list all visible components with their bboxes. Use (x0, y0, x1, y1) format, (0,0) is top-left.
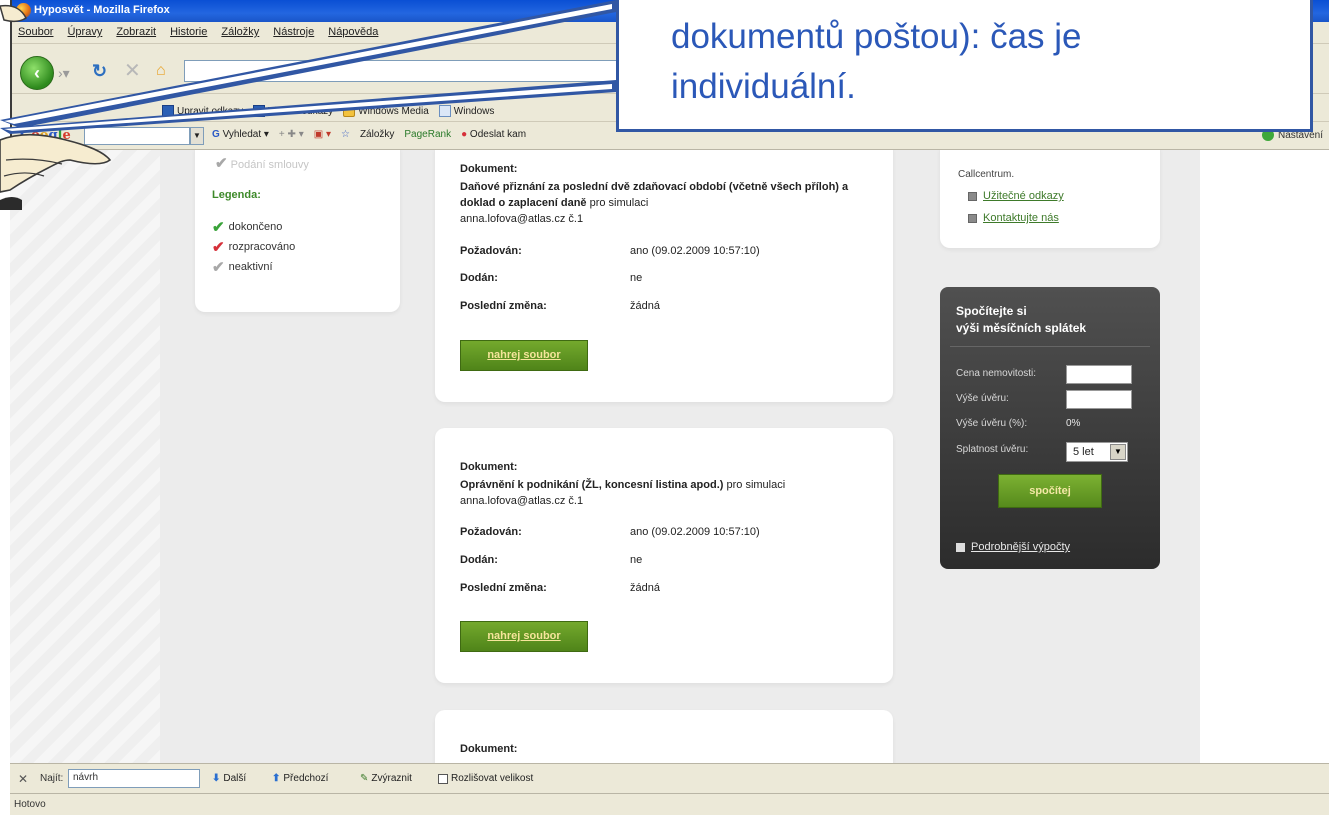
document-card: Dokument: (435, 710, 893, 763)
calendar-icon[interactable]: ▣ ▾ (314, 129, 331, 140)
close-icon[interactable]: ✕ (18, 772, 28, 786)
legend-item-inactive: ✔ neaktivní (212, 259, 273, 276)
find-previous-button[interactable]: ⬆ Předchozí (272, 773, 328, 784)
pagerank-label: PageRank (404, 129, 452, 140)
find-label: Najít: (40, 773, 64, 784)
forward-button[interactable]: ›▾ (58, 62, 80, 84)
checkbox-icon (438, 773, 448, 784)
callcentre-text: Callcentrum. (958, 169, 1015, 180)
page-icon (438, 105, 451, 117)
term-select[interactable]: 5 let ▼ (1066, 442, 1128, 462)
document-card: Dokument: Daňové přiznání za poslední dv… (435, 150, 893, 402)
stop-icon[interactable]: ✕ (124, 60, 146, 82)
bookmark-windows[interactable]: Windows (438, 101, 494, 121)
check-icon: ✔ (212, 239, 225, 256)
highlight-icon: ✎ (360, 773, 369, 784)
check-icon: ✔ (212, 219, 225, 236)
loan-percent-value: 0% (1066, 418, 1081, 429)
bookmark-custom-links[interactable]: Vlastní odkazy (253, 101, 333, 121)
status-bar: Hotovo (10, 793, 1329, 815)
faded-step: ✔ Podání smlouvy (215, 155, 309, 172)
callout-box: dokumentů poštou): čas je individuální. (616, 0, 1313, 132)
find-next-button[interactable]: ⬇ Další (212, 773, 246, 784)
menu-help[interactable]: Nápověda (328, 26, 378, 43)
price-input[interactable] (1066, 365, 1132, 384)
upload-file-button[interactable]: nahrej soubor (460, 621, 588, 652)
google-tools: G Vyhledat ▾ + ✚ ▾ ▣ ▾ ☆ Záložky PageRan… (212, 129, 526, 140)
find-input[interactable]: návrh (68, 769, 200, 788)
address-bar[interactable] (184, 60, 624, 82)
page-right-margin (1200, 150, 1329, 763)
callout-line-1: dokumentů poštou): čas je (671, 17, 1082, 56)
reload-icon[interactable]: ↻ (92, 60, 114, 82)
bullet-icon (968, 191, 977, 201)
find-bar: ✕ Najít: návrh ⬇ Další ⬆ Předchozí ✎ Zvýraz… (10, 763, 1329, 793)
menu-tools[interactable]: Nástroje (273, 26, 314, 43)
window-title: Hyposvět - Mozilla Firefox (34, 4, 170, 16)
callout-line-2: individuální. (671, 67, 856, 106)
check-icon: ✔ (212, 259, 225, 276)
legend-title: Legenda: (212, 189, 261, 201)
legend-item-in-progress: ✔ rozpracováno (212, 239, 296, 256)
google-bookmarks-button[interactable]: Záložky (360, 129, 394, 140)
home-icon[interactable]: ⌂ (156, 60, 178, 82)
bookmark-edit-links[interactable]: Upravit odkazy (162, 101, 243, 121)
page-content: ✔ Podání smlouvy Legenda: ✔ dokončeno ✔ ro… (10, 150, 1329, 763)
chevron-down-icon: ▼ (1110, 444, 1126, 460)
arrow-up-icon: ⬆ (272, 773, 281, 784)
bullet-icon (956, 542, 965, 552)
chevron-down-icon[interactable]: ▼ (190, 127, 204, 145)
document-label: Dokument: (460, 461, 518, 473)
legend-card: ✔ Podání smlouvy Legenda: ✔ dokončeno ✔ ro… (195, 150, 400, 312)
menu-edit[interactable]: Úpravy (67, 26, 102, 43)
legend-item-done: ✔ dokončeno (212, 219, 283, 236)
folder-icon (162, 105, 174, 117)
menu-history[interactable]: Historie (170, 26, 207, 43)
document-title: Oprávnění k podnikání (ŽL, koncesní list… (460, 479, 786, 507)
divider (950, 346, 1150, 347)
folder-icon (253, 105, 266, 117)
menu-view[interactable]: Zobrazit (116, 26, 156, 43)
arrow-down-icon: ⬇ (212, 773, 221, 784)
bullet-icon (968, 213, 977, 223)
contact-us-link[interactable]: Kontaktujte nás (968, 212, 1059, 224)
firefox-icon (16, 3, 31, 18)
google-logo: Google (20, 128, 71, 143)
calculate-button[interactable]: spočítej (998, 474, 1102, 508)
google-search-input[interactable] (84, 127, 190, 145)
document-title: Daňové přiznání za poslední dvě zdaňovac… (460, 181, 849, 225)
google-search-button[interactable]: G Vyhledat ▾ (212, 129, 269, 140)
detailed-calc-link[interactable]: Podrobnější výpočty (956, 541, 1070, 553)
loan-percent-label: Výše úvěru (%): (956, 418, 1028, 429)
document-label: Dokument: (460, 163, 518, 175)
price-label: Cena nemovitosti: (956, 368, 1037, 379)
check-icon: ✔ (215, 155, 228, 172)
menu-bookmarks[interactable]: Záložky (221, 26, 259, 43)
info-card: Callcentrum. Užitečné odkazy Kontaktujte… (940, 150, 1160, 248)
plus-icon[interactable]: + ✚ ▾ (279, 129, 304, 140)
term-label: Splatnost úvěru: (956, 444, 1029, 455)
main-column: ✔ Podání smlouvy Legenda: ✔ dokončeno ✔ ro… (160, 150, 1200, 763)
calculator-title: Spočítejte si výši měsíčních splátek (956, 304, 1087, 335)
upload-file-button[interactable]: nahrej soubor (460, 340, 588, 371)
media-icon (343, 105, 356, 117)
send-to-button[interactable]: ● Odeslat kam (461, 129, 526, 140)
highlight-button[interactable]: ✎ Zvýraznit (360, 773, 412, 784)
loan-label: Výše úvěru: (956, 393, 1009, 404)
document-card: Dokument: Oprávnění k podnikání (ŽL, kon… (435, 428, 893, 683)
match-case-checkbox[interactable]: Rozlišovat velikost (438, 773, 533, 784)
bookmark-windows-media[interactable]: Windows Media (343, 101, 429, 121)
menu-file[interactable]: Soubor (18, 26, 53, 43)
loan-input[interactable] (1066, 390, 1132, 409)
mortgage-calculator: Spočítejte si výši měsíčních splátek Cena… (940, 287, 1160, 569)
useful-links-link[interactable]: Užitečné odkazy (968, 190, 1064, 202)
document-label: Dokument: (460, 743, 518, 755)
star-icon[interactable]: ☆ (341, 129, 350, 140)
back-button[interactable]: ‹ (20, 56, 54, 90)
